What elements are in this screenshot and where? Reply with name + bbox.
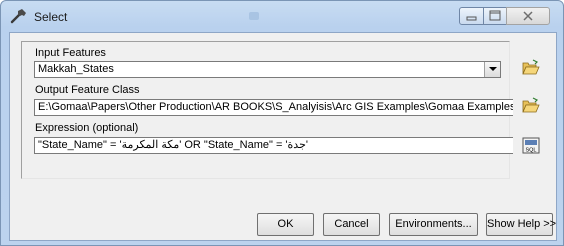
expression-value: "State_Name" = 'مكة المكرمة' OR "State_N… <box>38 139 308 151</box>
ok-button[interactable]: OK <box>257 213 314 236</box>
open-folder-icon[interactable] <box>522 59 540 76</box>
dialog-body: Input Features Makkah_States Output Feat… <box>9 32 557 241</box>
maximize-icon <box>489 10 501 21</box>
sql-icon[interactable]: SQL <box>522 137 540 154</box>
parameters-panel: Input Features Makkah_States Output Feat… <box>21 41 514 179</box>
chevron-down-icon <box>489 67 497 71</box>
window-title: Select <box>34 10 68 24</box>
cancel-button[interactable]: Cancel <box>323 213 380 236</box>
output-feature-class-value: E:\Gomaa\Papers\Other Production\AR BOOK… <box>38 101 514 113</box>
close-icon <box>523 11 533 21</box>
parameters-side-strip: SQL <box>513 41 551 179</box>
expression-label: Expression (optional) <box>35 122 139 134</box>
sql-icon-label: SQL <box>525 148 536 154</box>
minimize-icon <box>466 16 477 21</box>
input-features-dropdown-button[interactable] <box>484 62 500 77</box>
input-features-label: Input Features <box>35 47 106 59</box>
environments-button[interactable]: Environments... <box>389 213 478 236</box>
close-button[interactable] <box>506 7 550 25</box>
output-feature-class-field[interactable]: E:\Gomaa\Papers\Other Production\AR BOOK… <box>34 99 514 116</box>
show-help-button[interactable]: Show Help >> <box>486 213 556 236</box>
output-feature-class-label: Output Feature Class <box>35 84 140 96</box>
maximize-button[interactable] <box>483 7 507 25</box>
title-bar[interactable]: Select <box>1 1 563 31</box>
input-features-value: Makkah_States <box>38 63 114 75</box>
minimize-button[interactable] <box>459 7 484 25</box>
hammer-icon <box>10 9 26 24</box>
open-folder-icon[interactable] <box>522 97 540 114</box>
title-bar-marker <box>249 12 259 20</box>
expression-field[interactable]: "State_Name" = 'مكة المكرمة' OR "State_N… <box>34 137 514 154</box>
select-tool-window: Select Input Features Makkah_States Outp… <box>0 0 564 246</box>
input-features-dropdown[interactable]: Makkah_States <box>34 61 501 78</box>
